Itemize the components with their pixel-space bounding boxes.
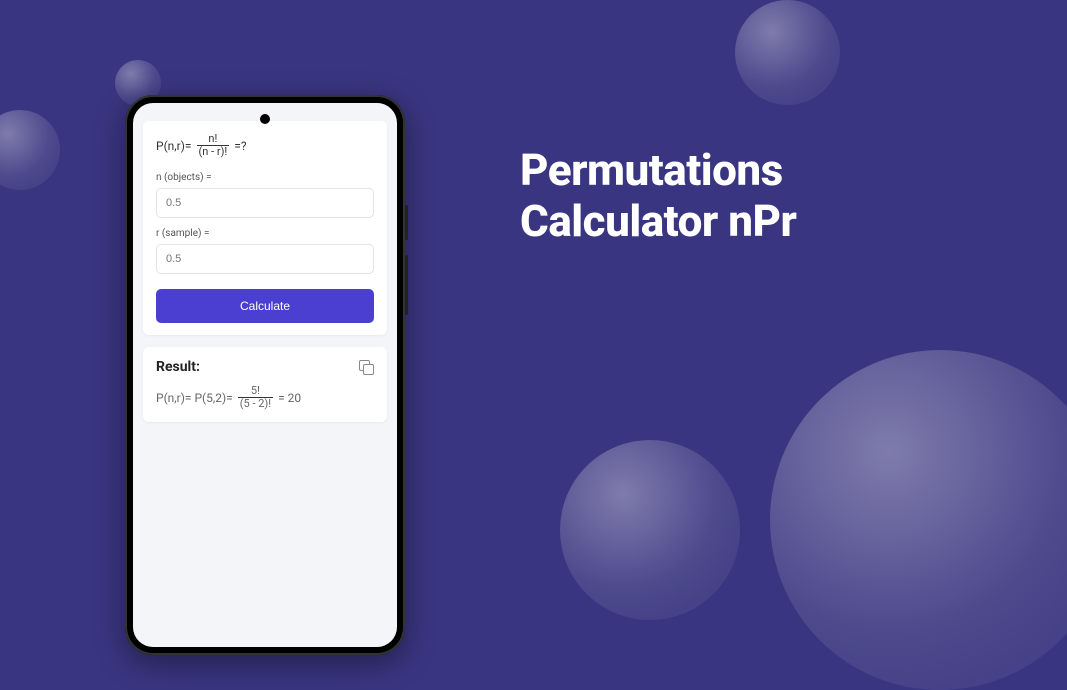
result-prefix: P(n,r)= P(5,2)= xyxy=(156,391,233,405)
formula-denominator: (n - r)! xyxy=(197,145,230,158)
hero-title: Permutations Calculator nPr xyxy=(520,145,796,246)
decorative-sphere xyxy=(735,0,840,105)
hero-title-line1: Permutations xyxy=(520,145,796,196)
formula-fraction: n! (n - r)! xyxy=(197,133,230,158)
formula-lhs: P(n,r)= xyxy=(156,139,192,153)
result-numerator: 5! xyxy=(251,385,260,397)
phone-side-button xyxy=(405,205,408,240)
formula-numerator: n! xyxy=(208,133,217,145)
result-denominator: (5 - 2)! xyxy=(238,397,273,410)
phone-side-button xyxy=(405,255,408,315)
copy-icon[interactable] xyxy=(359,360,374,375)
result-header: Result: xyxy=(156,359,374,375)
result-card: Result: P(n,r)= P(5,2)= 5! (5 - 2)! = 20 xyxy=(143,347,387,422)
calculate-button[interactable]: Calculate xyxy=(156,289,374,323)
result-fraction: 5! (5 - 2)! xyxy=(238,385,273,410)
formula-display: P(n,r)= n! (n - r)! =? xyxy=(156,133,374,158)
phone-screen: P(n,r)= n! (n - r)! =? n (objects) = r (… xyxy=(133,103,397,647)
camera-notch xyxy=(260,114,270,124)
formula-suffix: =? xyxy=(234,139,246,153)
result-title: Result: xyxy=(156,359,200,375)
decorative-sphere xyxy=(770,350,1067,690)
result-formula: P(n,r)= P(5,2)= 5! (5 - 2)! = 20 xyxy=(156,385,374,410)
calculator-card: P(n,r)= n! (n - r)! =? n (objects) = r (… xyxy=(143,121,387,335)
decorative-sphere xyxy=(560,440,740,620)
phone-mockup: P(n,r)= n! (n - r)! =? n (objects) = r (… xyxy=(125,95,405,655)
r-sample-label: r (sample) = xyxy=(156,228,374,239)
result-value: = 20 xyxy=(278,391,301,405)
r-sample-input[interactable] xyxy=(156,244,374,274)
hero-title-line2: Calculator nPr xyxy=(520,196,796,247)
n-objects-input[interactable] xyxy=(156,188,374,218)
n-objects-label: n (objects) = xyxy=(156,172,374,183)
decorative-sphere xyxy=(0,110,60,190)
